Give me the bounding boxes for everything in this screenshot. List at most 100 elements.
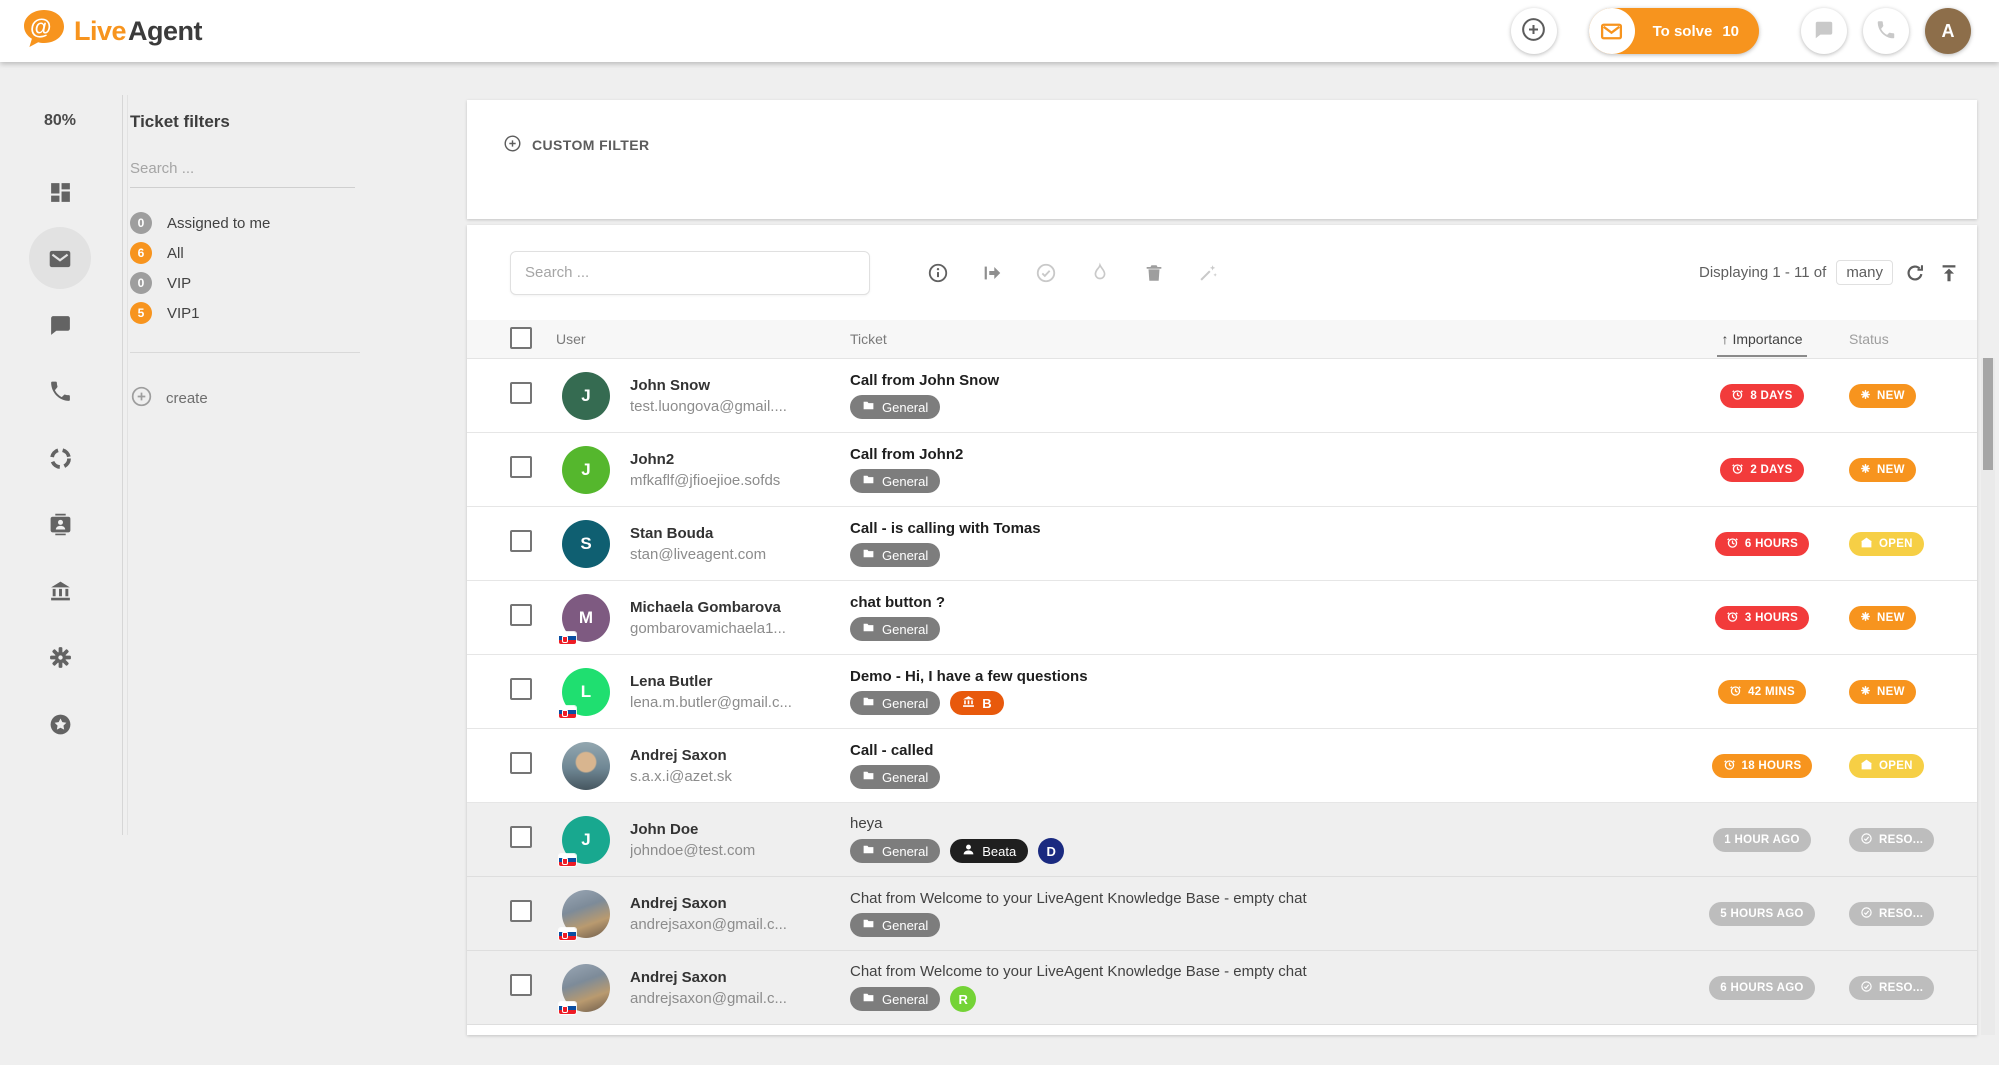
chats-button[interactable]	[1801, 8, 1847, 54]
column-user[interactable]: User	[556, 331, 850, 347]
filter-item-vip[interactable]: 0 VIP	[130, 272, 375, 294]
custom-filter-bar: CUSTOM FILTER	[467, 100, 1977, 219]
avatar	[559, 963, 610, 1014]
sidebar-item-settings[interactable]	[0, 645, 120, 675]
resolve-button[interactable]	[1034, 261, 1058, 285]
ticket-subject[interactable]: Demo - Hi, I have a few questions	[850, 668, 1673, 685]
table-row[interactable]: Andrej Saxon andrejsaxon@gmail.c... Chat f…	[467, 951, 1977, 1025]
table-row[interactable]: M Michaela Gombarova gombarovamichaela1...…	[467, 581, 1977, 655]
sidebar-item-dashboard[interactable]	[0, 180, 120, 210]
ticket-search-input[interactable]	[510, 250, 870, 295]
bank-icon	[962, 695, 975, 711]
sidebar-item-company[interactable]	[0, 579, 120, 609]
brand-agent: Agent	[128, 15, 203, 46]
delete-button[interactable]	[1142, 261, 1166, 285]
column-status[interactable]: Status	[1849, 331, 1967, 347]
calls-button[interactable]	[1863, 8, 1909, 54]
filter-search-input[interactable]	[130, 154, 355, 188]
row-checkbox[interactable]	[510, 678, 532, 700]
sidebar-item-social[interactable]	[0, 446, 120, 476]
scrollbar-thumb[interactable]	[1983, 358, 1993, 470]
row-checkbox[interactable]	[510, 900, 532, 922]
flame-button[interactable]	[1088, 261, 1112, 285]
sidebar-item-gamification[interactable]	[0, 712, 120, 742]
row-checkbox[interactable]	[510, 382, 532, 404]
department-tag[interactable]: General	[850, 395, 941, 419]
table-row[interactable]: S Stan Bouda stan@liveagent.com Call - is c…	[467, 507, 1977, 581]
status-badge: RESO...	[1849, 975, 1935, 1000]
sidebar-item-calls[interactable]	[0, 379, 120, 409]
total-count[interactable]: many	[1836, 260, 1893, 285]
table-row[interactable]: J John Doe johndoe@test.com heya General Beat…	[467, 803, 1977, 877]
agent-avatar[interactable]: A	[1925, 8, 1971, 54]
custom-filter-button[interactable]: CUSTOM FILTER	[503, 134, 649, 156]
row-checkbox[interactable]	[510, 456, 532, 478]
ticket-subject[interactable]: heya	[850, 815, 1673, 832]
department-tag[interactable]: General	[850, 617, 941, 641]
table-row[interactable]: Andrej SaxonManual created ticket - inte…	[467, 1025, 1977, 1035]
row-checkbox[interactable]	[510, 974, 532, 996]
department-tag[interactable]: General	[850, 691, 941, 715]
importance-badge: 3 HOURS	[1714, 605, 1810, 630]
ticket-list-panel: Displaying 1 - 11 of many User Ticket ↑ …	[467, 225, 1977, 1035]
user-name: John Doe	[630, 820, 699, 838]
department-tag[interactable]: General	[850, 469, 941, 493]
department-tag[interactable]: General	[850, 839, 941, 863]
sidebar-item-chats[interactable]	[0, 313, 120, 343]
avatar: J	[562, 445, 610, 494]
row-checkbox[interactable]	[510, 530, 532, 552]
scrollbar[interactable]	[1981, 358, 1995, 1035]
ticket-subject[interactable]: Chat from Welcome to your LiveAgent Know…	[850, 963, 1673, 980]
sidebar-item-contacts[interactable]	[0, 512, 120, 542]
export-button[interactable]	[1937, 261, 1961, 285]
ticket-subject[interactable]: Call from John2	[850, 446, 1673, 463]
logo-bubble-icon: @	[22, 8, 66, 55]
create-filter-button[interactable]: create	[130, 385, 208, 412]
filter-item-all[interactable]: 6 All	[130, 242, 375, 264]
ticket-subject[interactable]: chat button ?	[850, 594, 1673, 611]
ticket-subject[interactable]: Call - is calling with Tomas	[850, 520, 1673, 537]
column-importance[interactable]: ↑ Importance	[1717, 322, 1807, 357]
initial-tag[interactable]: R	[950, 986, 977, 1012]
importance-badge: 18 HOURS	[1711, 753, 1813, 778]
column-ticket[interactable]: Ticket	[850, 331, 1687, 347]
filter-item-vip1[interactable]: 5 VIP1	[130, 302, 375, 324]
table-row[interactable]: J John2 mfkaflf@jfioejioe.sofds Call from J…	[467, 433, 1977, 507]
user-name: John2	[630, 450, 675, 468]
department-tag[interactable]: General	[850, 987, 941, 1011]
resend-button[interactable]	[980, 261, 1004, 285]
add-button[interactable]	[1510, 8, 1557, 54]
agent-tag[interactable]: Beata	[950, 839, 1029, 863]
user-email: johndoe@test.com	[630, 841, 756, 859]
department-tag[interactable]: General	[850, 543, 941, 567]
table-row[interactable]: J John Snow test.luongova@gmail.... Call fr…	[467, 359, 1977, 433]
user-email: mfkaflf@jfioejioe.sofds	[630, 471, 781, 489]
person-icon	[962, 843, 975, 859]
to-solve-button[interactable]: To solve 10	[1588, 8, 1759, 54]
department-tag[interactable]: General	[850, 913, 941, 937]
row-checkbox[interactable]	[510, 826, 532, 848]
sidebar-item-tickets[interactable]	[0, 246, 120, 277]
top-header: @ Live Agent To solve 10 A	[0, 0, 1999, 62]
ticket-subject[interactable]: Call - called	[850, 742, 1673, 759]
plus-circle-icon	[503, 134, 522, 156]
table-row[interactable]: Andrej Saxon s.a.x.i@azet.sk Call - called…	[467, 729, 1977, 803]
filter-item-assigned-to-me[interactable]: 0 Assigned to me	[130, 212, 375, 234]
liveagent-logo[interactable]: @ Live Agent	[22, 8, 203, 55]
table-row[interactable]: L Lena Butler lena.m.butler@gmail.c... Demo…	[467, 655, 1977, 729]
user-name: Andrej Saxon	[630, 746, 727, 764]
row-checkbox[interactable]	[510, 752, 532, 774]
table-row[interactable]: Andrej Saxon andrejsaxon@gmail.c... Chat f…	[467, 877, 1977, 951]
refresh-button[interactable]	[1903, 261, 1927, 285]
info-button[interactable]	[926, 261, 950, 285]
merge-button[interactable]	[1196, 261, 1220, 285]
burst-icon	[1860, 685, 1871, 699]
avatar: S	[562, 519, 610, 568]
department-tag[interactable]: General	[850, 765, 941, 789]
row-checkbox[interactable]	[510, 604, 532, 626]
ticket-subject[interactable]: Chat from Welcome to your LiveAgent Know…	[850, 890, 1673, 907]
company-tag[interactable]: B	[950, 691, 1004, 715]
initial-tag[interactable]: D	[1038, 838, 1065, 864]
select-all-checkbox[interactable]	[510, 326, 532, 349]
ticket-subject[interactable]: Call from John Snow	[850, 372, 1673, 389]
